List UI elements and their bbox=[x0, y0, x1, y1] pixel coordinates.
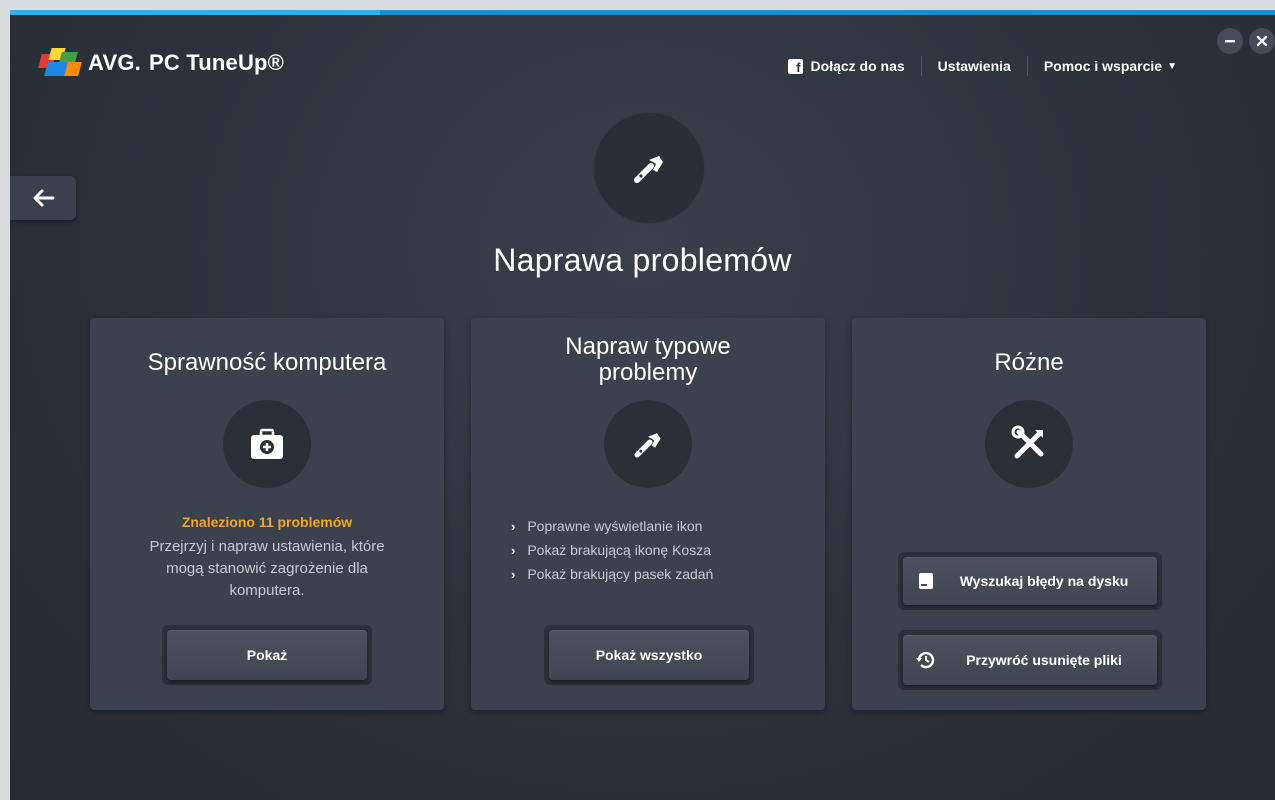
tools-icon bbox=[1011, 425, 1044, 459]
card-title: Różne bbox=[994, 349, 1064, 376]
app-title: AVG. PC TuneUp® bbox=[88, 50, 284, 76]
page-title: Naprawa problemów bbox=[493, 242, 792, 278]
brand-avg: AVG. bbox=[88, 50, 141, 75]
button-well: Pokaż bbox=[162, 625, 372, 685]
card-title: Sprawność komputera bbox=[147, 349, 387, 376]
minimize-icon bbox=[1225, 40, 1235, 43]
card-computer-health: Sprawność komputera Znaleziono 11 proble… bbox=[90, 318, 444, 710]
problem-list: › Poprawne wyświetlanie ikon › Pokaż braku… bbox=[511, 514, 713, 586]
card-misc: Różne Wyszukaj błędy na dysku Przywróć u… bbox=[852, 318, 1206, 710]
button-well: Pokaż wszystko bbox=[544, 625, 754, 685]
show-all-button[interactable]: Pokaż wszystko bbox=[549, 630, 749, 680]
card-icon-circle bbox=[223, 400, 311, 488]
card-icon-circle bbox=[985, 400, 1073, 488]
first-aid-kit-icon bbox=[251, 428, 283, 459]
button-well: Przywróć usunięte pliki bbox=[898, 630, 1162, 690]
list-item: › Pokaż brakujący pasek zadań bbox=[511, 562, 713, 586]
history-icon bbox=[911, 649, 941, 671]
help-menu-label: Pomoc i wsparcie bbox=[1043, 58, 1163, 74]
brand-product: PC TuneUp® bbox=[148, 50, 285, 75]
card-description: Przejrzyj i napraw ustawienia, które mog… bbox=[149, 538, 385, 599]
list-item: › Pokaż brakującą ikonę Kosza bbox=[511, 538, 713, 562]
top-accent-segment bbox=[10, 10, 380, 15]
back-button[interactable] bbox=[10, 176, 76, 220]
list-item-label: Pokaż brakującą ikonę Kosza bbox=[527, 542, 712, 558]
card-icon-circle bbox=[604, 400, 692, 488]
facebook-link-label: Dołącz do nas bbox=[810, 58, 905, 74]
restore-files-button-label: Przywróć usunięte pliki bbox=[966, 652, 1122, 668]
top-nav: f Dołącz do nas Ustawienia Pomoc i wspar… bbox=[772, 56, 1193, 76]
wrench-icon bbox=[634, 433, 661, 458]
facebook-icon: f bbox=[787, 58, 803, 74]
settings-link[interactable]: Ustawienia bbox=[922, 58, 1027, 74]
list-item-label: Poprawne wyświetlanie ikon bbox=[527, 518, 703, 534]
repair-hero-icon bbox=[593, 112, 705, 224]
card-common-problems: Napraw typowe problemy › Poprawne wyświet… bbox=[471, 318, 825, 710]
hard-drive-icon bbox=[911, 571, 941, 591]
disk-check-button-label: Wyszukaj błędy na dysku bbox=[959, 573, 1129, 589]
problems-found-text: Znaleziono 11 problemów bbox=[181, 514, 353, 530]
list-item: › Poprawne wyświetlanie ikon bbox=[511, 514, 713, 538]
list-item-label: Pokaż brakujący pasek zadań bbox=[527, 566, 714, 582]
settings-link-label: Ustawienia bbox=[937, 58, 1011, 74]
close-button[interactable] bbox=[1249, 28, 1275, 54]
facebook-link[interactable]: f Dołącz do nas bbox=[772, 58, 921, 74]
wrench-icon bbox=[634, 156, 663, 183]
button-well: Wyszukaj błędy na dysku bbox=[898, 552, 1162, 610]
arrow-left-icon bbox=[33, 189, 55, 207]
help-menu[interactable]: Pomoc i wsparcie ▼ bbox=[1028, 58, 1193, 74]
disk-check-button[interactable]: Wyszukaj błędy na dysku bbox=[903, 557, 1157, 605]
restore-files-button[interactable]: Przywróć usunięte pliki bbox=[903, 635, 1157, 685]
app-window: AVG. PC TuneUp® f Dołącz do nas Ustawieni… bbox=[10, 10, 1275, 800]
caret-down-icon: ▼ bbox=[1167, 60, 1177, 72]
chevron-right-icon: › bbox=[511, 566, 516, 582]
show-button[interactable]: Pokaż bbox=[167, 630, 367, 680]
chevron-right-icon: › bbox=[511, 518, 516, 534]
chevron-right-icon: › bbox=[511, 542, 516, 558]
avg-logo-icon bbox=[38, 48, 82, 78]
app-logo: AVG. PC TuneUp® bbox=[38, 48, 284, 78]
card-title: Napraw typowe problemy bbox=[565, 333, 731, 386]
minimize-button[interactable] bbox=[1217, 28, 1243, 54]
close-icon bbox=[1256, 35, 1268, 47]
top-accent-bar bbox=[10, 10, 1275, 15]
